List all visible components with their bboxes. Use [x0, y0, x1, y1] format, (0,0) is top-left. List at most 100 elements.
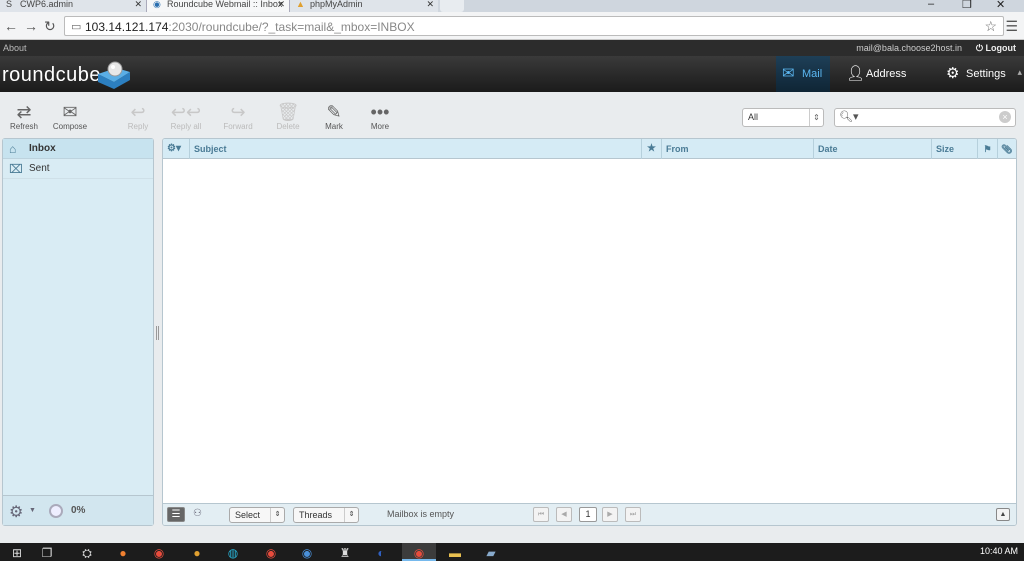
back-icon[interactable]: ←	[4, 18, 18, 34]
url-host: 103.14.121.174	[85, 20, 169, 34]
chrome-icon[interactable]: ◉	[142, 543, 176, 561]
reply-all-button[interactable]: ↩↩ Reply all	[164, 102, 208, 131]
browser-tab-phpmyadmin[interactable]: ▲ phpMyAdmin ✕	[290, 0, 438, 12]
more-button[interactable]: ••• More	[358, 102, 402, 131]
column-subject[interactable]: Subject	[189, 139, 641, 159]
pencil-icon: ✎	[326, 102, 342, 122]
list-view-icon[interactable]: ☰	[167, 507, 185, 522]
message-filter-select[interactable]: All ⇕	[742, 108, 824, 127]
task-settings-button[interactable]: ⚙ Settings	[940, 56, 1012, 92]
cwp-favicon-icon: S	[6, 0, 13, 9]
app-document-icon[interactable]: ▰	[474, 543, 508, 561]
file-explorer-icon[interactable]: ▬	[438, 543, 472, 561]
column-status-flag-icon[interactable]: ⚑	[977, 139, 997, 159]
user-email: mail@bala.choose2host.in	[856, 43, 962, 53]
reload-icon[interactable]: ↻	[44, 18, 56, 35]
chrome-active-icon[interactable]: ◉	[402, 543, 436, 561]
task-view-icon[interactable]: ❐	[30, 543, 64, 561]
restore-icon[interactable]: ❐	[962, 0, 972, 11]
tab-title: phpMyAdmin	[310, 0, 363, 9]
network-app-icon[interactable]: ⛭	[70, 543, 104, 561]
logo-box-icon	[98, 61, 130, 89]
page-number-input[interactable]: 1	[579, 507, 597, 522]
app-orange-icon[interactable]: ●	[180, 543, 214, 561]
folder-inbox[interactable]: ⌂ Inbox	[3, 139, 153, 159]
chevron-down-icon[interactable]: ▼	[29, 507, 36, 514]
toggle-preview-icon[interactable]: ▲	[996, 508, 1010, 521]
task-mail-button[interactable]: ✉ Mail	[776, 56, 830, 92]
search-box: 🔍︎▾ ×	[834, 108, 1016, 127]
column-from[interactable]: From	[661, 139, 813, 159]
folder-actions-gear-icon[interactable]: ⚙	[9, 502, 23, 522]
app-navy-icon[interactable]: ◐	[364, 543, 398, 561]
select-arrows-icon: ⇕	[809, 109, 823, 126]
list-options-gear-icon[interactable]: ⚙▾	[163, 139, 189, 159]
clear-search-icon[interactable]: ×	[999, 111, 1011, 123]
roundcube-favicon-icon: ◉	[153, 0, 161, 9]
skype-icon[interactable]: ◍	[216, 543, 250, 561]
previous-page-icon[interactable]: ◀	[556, 507, 572, 522]
column-date[interactable]: Date	[813, 139, 931, 159]
folder-label: Sent	[29, 163, 50, 174]
tab-close-icon[interactable]: ✕	[426, 0, 434, 9]
chrome-alt-icon[interactable]: ◉	[254, 543, 288, 561]
first-page-icon[interactable]: ⏮	[533, 507, 549, 522]
reply-all-icon: ↩↩	[170, 102, 202, 122]
delete-button[interactable]: 🗑︎ Delete	[266, 102, 310, 131]
forward-icon: ↪	[230, 102, 246, 122]
quota-pie-icon	[49, 504, 63, 518]
app-gray-icon[interactable]: ♜	[328, 543, 362, 561]
reply-button[interactable]: ↩ Reply	[116, 102, 160, 131]
threads-label: Threads	[299, 510, 333, 520]
window-controls: – ❐ ✕	[884, 0, 1024, 12]
phpmyadmin-favicon-icon: ▲	[296, 0, 305, 9]
forward-button[interactable]: ↪ Forward	[216, 102, 260, 131]
threads-dropdown[interactable]: Threads ⇕	[293, 507, 359, 523]
reply-icon: ↩	[130, 102, 146, 122]
compose-button[interactable]: ✉ Compose	[48, 102, 92, 131]
tab-close-icon[interactable]: ✕	[134, 0, 142, 9]
roundcube-logo[interactable]: roundcube	[2, 64, 101, 87]
browser-tab-roundcube[interactable]: ◉ Roundcube Webmail :: Inbox ✕	[146, 0, 290, 12]
browser-tab-cwp[interactable]: S CWP6.admin ✕	[0, 0, 146, 12]
column-flag-star-icon[interactable]: ★	[641, 139, 661, 159]
windows-start-icon[interactable]: ⊞	[0, 543, 34, 561]
search-input[interactable]	[861, 110, 991, 125]
refresh-button[interactable]: ⇄ Refresh	[2, 102, 46, 131]
column-attachment-paperclip-icon[interactable]: 📎︎	[997, 139, 1016, 159]
bookmark-star-icon[interactable]: ☆	[984, 18, 997, 35]
refresh-arrows-icon: ⇄	[16, 102, 32, 122]
window-close-icon[interactable]: ✕	[996, 0, 1005, 11]
logout-link[interactable]: ⏻ Logout	[976, 43, 1016, 54]
page-info-icon[interactable]: ▭	[71, 20, 81, 33]
power-icon: ⏻	[975, 43, 986, 53]
threads-toggle-icon[interactable]: ⚇	[193, 507, 207, 522]
address-bar[interactable]: ▭ 103.14.121.174:2030/roundcube/?_task=m…	[64, 16, 1004, 36]
firefox-icon[interactable]: ●	[106, 543, 140, 561]
url-path: :2030/roundcube/?_task=mail&_mbox=INBOX	[168, 20, 415, 34]
about-link[interactable]: About	[3, 43, 27, 53]
mark-button[interactable]: ✎ Mark	[312, 102, 356, 131]
forward-icon[interactable]: →	[24, 18, 38, 34]
url-text: 103.14.121.174:2030/roundcube/?_task=mai…	[85, 20, 415, 34]
os-taskbar: ⊞ ❐ ⛭ ● ◉ ● ◍ ◉ ◉ ♜ ◐ ◉ ▬ ▰ 10:40 AM	[0, 543, 1024, 561]
header-collapse-icon[interactable]: ▴	[1017, 67, 1022, 78]
app-blue-icon[interactable]: ◉	[290, 543, 324, 561]
search-icon[interactable]: 🔍︎▾	[839, 110, 859, 123]
column-size[interactable]: Size	[931, 139, 977, 159]
folder-footer: ⚙ ▼ 0%	[3, 495, 153, 525]
compose-label: Compose	[52, 122, 88, 131]
tab-close-icon[interactable]: ✕	[277, 0, 285, 9]
trash-icon: 🗑︎	[276, 102, 300, 122]
inbox-icon: ⌂	[9, 142, 17, 156]
select-dropdown[interactable]: Select ⇕	[229, 507, 285, 523]
filter-value: All	[748, 112, 759, 122]
new-tab-button[interactable]	[440, 0, 464, 12]
task-addressbook-button[interactable]: 👤︎ Address Book	[840, 56, 932, 116]
browser-menu-icon[interactable]: ☰	[1005, 18, 1018, 35]
last-page-icon[interactable]: ⏭	[625, 507, 641, 522]
folder-sent[interactable]: ⌧ Sent	[3, 159, 153, 179]
minimize-icon[interactable]: –	[928, 0, 934, 10]
panel-splitter[interactable]	[156, 326, 159, 340]
next-page-icon[interactable]: ▶	[602, 507, 618, 522]
